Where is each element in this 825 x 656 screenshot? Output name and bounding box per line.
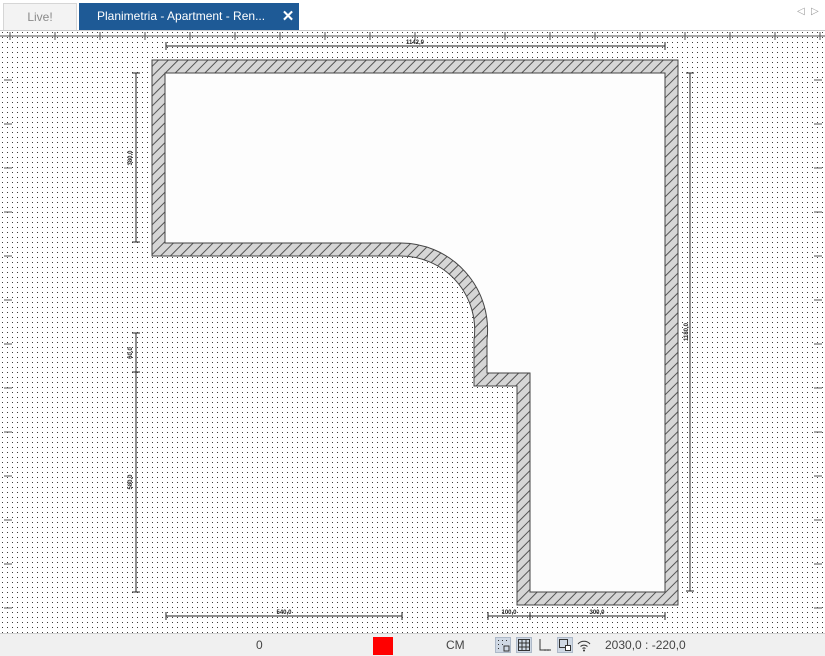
- dimension-top-width: 1142,0: [406, 40, 425, 46]
- dimension-bottom-step: 100,0: [501, 610, 517, 616]
- cursor-coordinates: 2030,0 : -220,0: [605, 638, 686, 652]
- tab-live-label: Live!: [27, 10, 53, 24]
- dimension-right-height: 1180,0: [684, 322, 690, 341]
- close-icon[interactable]: ✕: [280, 3, 296, 30]
- dimension-left-upper: 380,0: [128, 150, 134, 166]
- unit-label[interactable]: CM: [446, 638, 465, 652]
- floor-plan-drawing[interactable]: 1142,0 380,0 1180,0 60,0 580,0 540,0 100…: [0, 31, 825, 633]
- ortho-icon[interactable]: [538, 638, 552, 652]
- dimension-bottom-left: 540,0: [276, 610, 292, 616]
- chevron-left-icon[interactable]: ◁: [797, 6, 805, 17]
- snap-grid-icon[interactable]: [495, 637, 511, 653]
- grid-icon[interactable]: [516, 637, 532, 653]
- tab-live[interactable]: Live!: [3, 3, 77, 30]
- status-bar: 0 CM 2030,0 : -220,0: [0, 633, 825, 656]
- color-swatch[interactable]: [373, 637, 393, 655]
- wireless-icon[interactable]: [577, 638, 591, 652]
- drawing-canvas[interactable]: 1142,0 380,0 1180,0 60,0 580,0 540,0 100…: [0, 31, 825, 633]
- dimension-left-lower: 580,0: [128, 474, 134, 490]
- tab-bar: Live! Planimetria - Apartment - Ren... ✕…: [0, 0, 825, 31]
- chevron-right-icon[interactable]: ▷: [811, 6, 819, 17]
- tab-planimetria-label: Planimetria - Apartment - Ren...: [97, 9, 266, 23]
- dimension-left-mid: 60,0: [128, 347, 134, 359]
- object-snap-icon[interactable]: [557, 637, 573, 653]
- tab-planimetria[interactable]: Planimetria - Apartment - Ren... ✕: [79, 3, 299, 30]
- dimension-bottom-right: 300,0: [589, 610, 605, 616]
- status-value: 0: [256, 638, 263, 652]
